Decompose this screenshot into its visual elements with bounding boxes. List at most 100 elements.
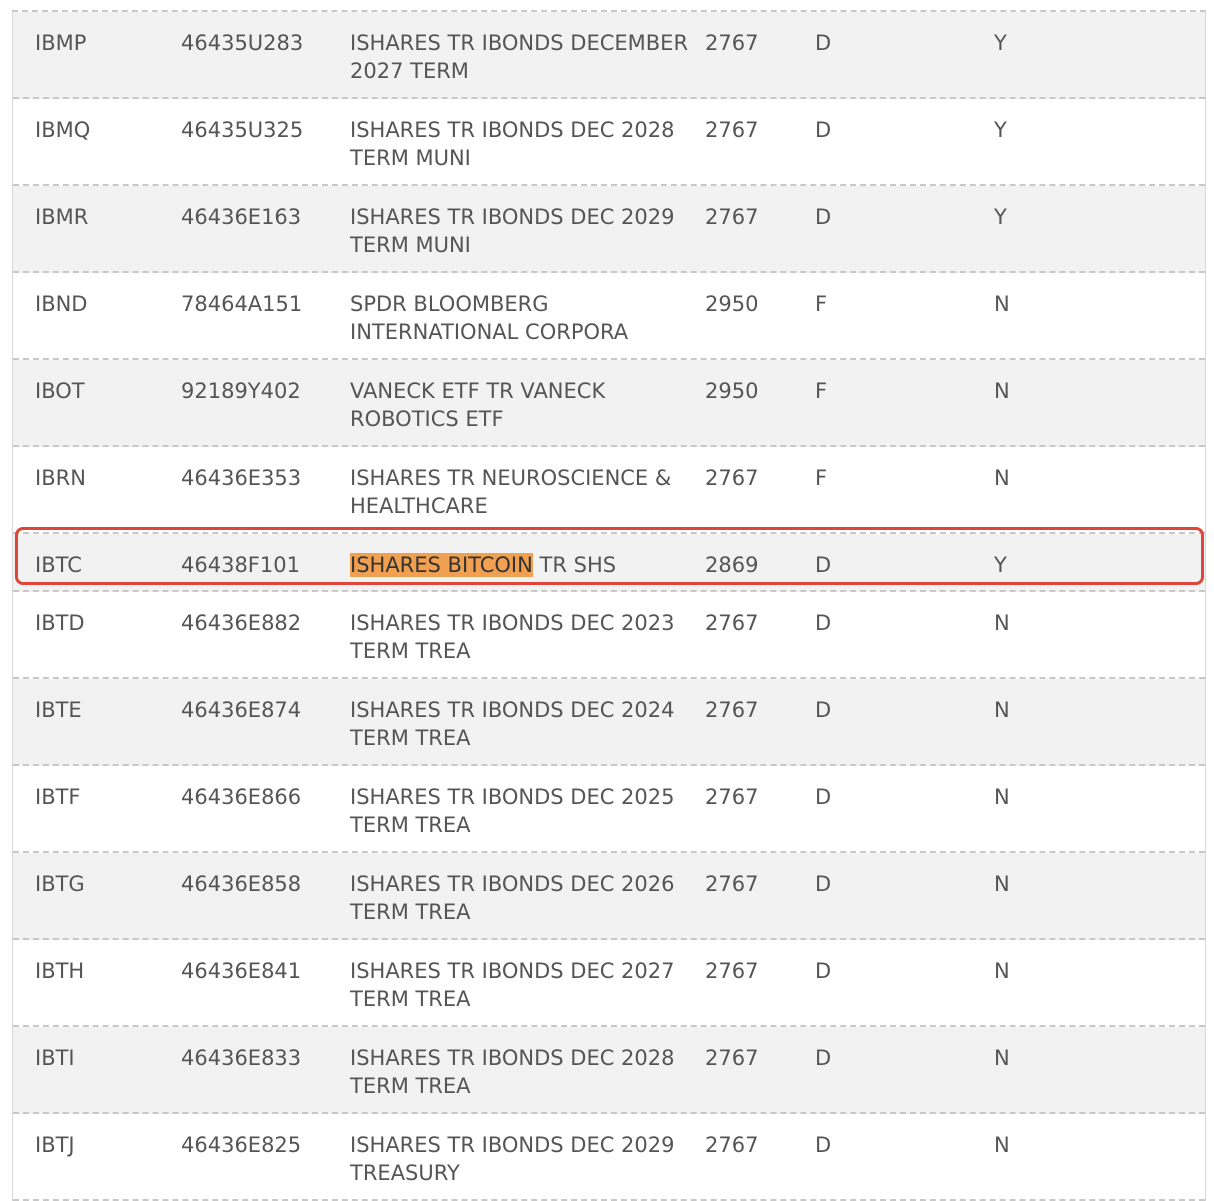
symbol-cell: IBMR: [35, 205, 89, 229]
name-cell: SPDR BLOOMBERG INTERNATIONAL CORPORA: [350, 292, 629, 344]
symbol-cell: IBTG: [35, 872, 85, 896]
name-cell: ISHARES TR IBONDS DEC 2029 TREASURY: [350, 1133, 675, 1185]
type-cell: D: [815, 1046, 832, 1070]
symbol-cell: IBTD: [35, 611, 85, 635]
table-row: IBTJ 46436E825 ISHARES TR IBONDS DEC 202…: [13, 1114, 1205, 1201]
flag-cell: N: [994, 379, 1010, 403]
type-cell: F: [815, 466, 828, 490]
code-cell: 2767: [705, 959, 759, 983]
cusip-cell: 46436E841: [181, 959, 302, 983]
table-row: IBTG 46436E858 ISHARES TR IBONDS DEC 202…: [13, 853, 1205, 940]
flag-cell: N: [994, 292, 1010, 316]
symbol-cell: IBTJ: [35, 1133, 75, 1157]
code-cell: 2950: [705, 292, 759, 316]
flag-cell: N: [994, 466, 1010, 490]
code-cell: 2767: [705, 118, 759, 142]
code-cell: 2767: [705, 31, 759, 55]
flag-cell: N: [994, 872, 1010, 896]
name-cell: ISHARES TR IBONDS DEC 2025 TERM TREA: [350, 785, 675, 837]
cusip-cell: 46436E353: [181, 466, 302, 490]
symbol-cell: IBTE: [35, 698, 82, 722]
table-row: IBTF 46436E866 ISHARES TR IBONDS DEC 202…: [13, 766, 1205, 853]
flag-cell: Y: [994, 205, 1007, 229]
symbol-cell: IBTC: [35, 553, 82, 577]
code-cell: 2767: [705, 611, 759, 635]
cusip-cell: 46436E874: [181, 698, 302, 722]
flag-cell: Y: [994, 553, 1007, 577]
type-cell: F: [815, 379, 828, 403]
table-row: IBTI 46436E833 ISHARES TR IBONDS DEC 202…: [13, 1027, 1205, 1114]
cusip-cell: 46435U283: [181, 31, 304, 55]
cusip-cell: 46436E866: [181, 785, 302, 809]
type-cell: D: [815, 118, 832, 142]
code-cell: 2767: [705, 698, 759, 722]
code-cell: 2767: [705, 466, 759, 490]
table-row: IBND 78464A151 SPDR BLOOMBERG INTERNATIO…: [13, 273, 1205, 360]
name-cell: ISHARES TR IBONDS DEC 2028 TERM TREA: [350, 1046, 675, 1098]
name-cell: ISHARES TR IBONDS DEC 2024 TERM TREA: [350, 698, 675, 750]
type-cell: D: [815, 205, 832, 229]
cusip-cell: 46436E163: [181, 205, 302, 229]
code-cell: 2767: [705, 872, 759, 896]
code-cell: 2869: [705, 553, 759, 577]
symbol-cell: IBMQ: [35, 118, 91, 142]
flag-cell: N: [994, 959, 1010, 983]
flag-cell: N: [994, 611, 1010, 635]
cusip-cell: 46435U325: [181, 118, 304, 142]
flag-cell: Y: [994, 118, 1007, 142]
type-cell: D: [815, 872, 832, 896]
cusip-cell: 46436E858: [181, 872, 302, 896]
type-cell: D: [815, 1133, 832, 1157]
name-cell: ISHARES TR IBONDS DECEMBER 2027 TERM: [350, 31, 689, 83]
symbol-cell: IBRN: [35, 466, 86, 490]
cusip-cell: 46436E882: [181, 611, 302, 635]
type-cell: D: [815, 785, 832, 809]
securities-table: IBMP 46435U283 ISHARES TR IBONDS DECEMBE…: [12, 10, 1206, 1201]
type-cell: D: [815, 553, 832, 577]
symbol-cell: IBND: [35, 292, 88, 316]
type-cell: D: [815, 698, 832, 722]
symbol-cell: IBOT: [35, 379, 85, 403]
cusip-cell: 92189Y402: [181, 379, 301, 403]
flag-cell: N: [994, 785, 1010, 809]
table-row: IBMQ 46435U325 ISHARES TR IBONDS DEC 202…: [13, 99, 1205, 186]
type-cell: F: [815, 292, 828, 316]
type-cell: D: [815, 959, 832, 983]
code-cell: 2767: [705, 1133, 759, 1157]
symbol-cell: IBTF: [35, 785, 81, 809]
cusip-cell: 46438F101: [181, 553, 300, 577]
cusip-cell: 46436E825: [181, 1133, 302, 1157]
code-cell: 2767: [705, 1046, 759, 1070]
flag-cell: N: [994, 698, 1010, 722]
table-row: IBMP 46435U283 ISHARES TR IBONDS DECEMBE…: [13, 12, 1205, 99]
flag-cell: N: [994, 1046, 1010, 1070]
name-cell: ISHARES TR NEUROSCIENCE & HEALTHCARE: [350, 466, 672, 518]
name-cell: ISHARES TR IBONDS DEC 2023 TERM TREA: [350, 611, 675, 663]
flag-cell: Y: [994, 31, 1007, 55]
cusip-cell: 46436E833: [181, 1046, 302, 1070]
table-row: IBTD 46436E882 ISHARES TR IBONDS DEC 202…: [13, 592, 1205, 679]
type-cell: D: [815, 31, 832, 55]
name-cell: ISHARES BITCOIN TR SHS: [350, 551, 690, 579]
name-cell: ISHARES TR IBONDS DEC 2028 TERM MUNI: [350, 118, 675, 170]
table-row: IBMR 46436E163 ISHARES TR IBONDS DEC 202…: [13, 186, 1205, 273]
symbol-cell: IBTI: [35, 1046, 75, 1070]
table-row: IBOT 92189Y402 VANECK ETF TR VANECK ROBO…: [13, 360, 1205, 447]
name-cell: ISHARES TR IBONDS DEC 2026 TERM TREA: [350, 872, 675, 924]
search-match-highlight: ISHARES BITCOIN: [350, 553, 533, 577]
code-cell: 2767: [705, 205, 759, 229]
table-row: IBTE 46436E874 ISHARES TR IBONDS DEC 202…: [13, 679, 1205, 766]
table-row: IBTH 46436E841 ISHARES TR IBONDS DEC 202…: [13, 940, 1205, 1027]
name-cell: VANECK ETF TR VANECK ROBOTICS ETF: [350, 379, 606, 431]
cusip-cell: 78464A151: [181, 292, 303, 316]
symbol-cell: IBMP: [35, 31, 87, 55]
name-cell: ISHARES TR IBONDS DEC 2027 TERM TREA: [350, 959, 675, 1011]
type-cell: D: [815, 611, 832, 635]
table-row: IBRN 46436E353 ISHARES TR NEUROSCIENCE &…: [13, 447, 1205, 534]
code-cell: 2767: [705, 785, 759, 809]
code-cell: 2950: [705, 379, 759, 403]
flag-cell: N: [994, 1133, 1010, 1157]
table-row-highlighted: IBTC 46438F101 ISHARES BITCOIN TR SHS 28…: [13, 534, 1205, 592]
name-rest: TR SHS: [532, 553, 617, 577]
symbol-cell: IBTH: [35, 959, 85, 983]
